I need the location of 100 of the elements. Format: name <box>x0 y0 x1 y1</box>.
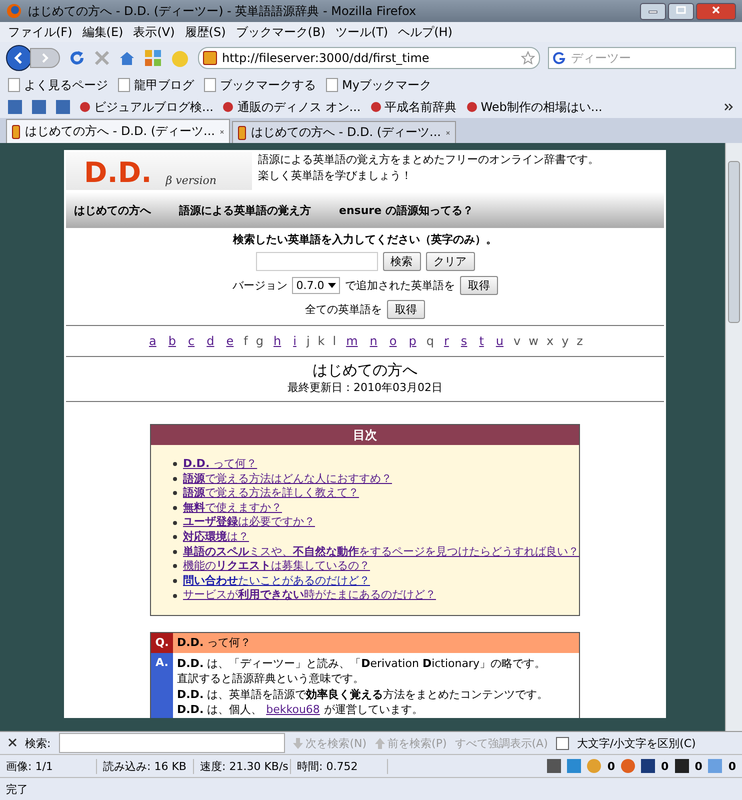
match-case-label: 大文字/小文字を区別(C) <box>576 736 696 750</box>
match-case-checkbox[interactable] <box>556 736 569 750</box>
clear-button[interactable]: クリア <box>426 252 474 271</box>
search-button[interactable]: 検索 <box>382 252 420 271</box>
letter-link[interactable]: h <box>270 334 284 348</box>
letter: j <box>305 334 311 348</box>
nav-link[interactable]: 語源による英単語の覚え方 <box>179 202 311 218</box>
menu-item[interactable]: ブックマーク(B) <box>236 24 326 40</box>
bookmark-item[interactable]: 通販のディノス オン... <box>223 98 361 116</box>
answer-text: が運営しています。 <box>324 702 423 718</box>
get-all-button[interactable]: 取得 <box>387 300 425 319</box>
home-icon[interactable] <box>118 50 136 66</box>
status-item: 時間: 0.752 <box>297 758 388 774</box>
question-marker: Q. <box>151 632 173 653</box>
nav-link[interactable]: ensure の語源知ってる？ <box>339 202 474 218</box>
letter: f <box>242 334 249 348</box>
chevron-icon[interactable] <box>724 103 734 111</box>
toc-link[interactable]: 語源で覚える方法を詳しく教えて？ <box>183 486 359 501</box>
letter: z <box>576 334 584 348</box>
letter-link[interactable]: u <box>492 334 507 348</box>
letter: l <box>332 334 338 348</box>
find-label: 検索: <box>25 736 51 750</box>
close-button[interactable] <box>696 2 736 20</box>
status-count: 0 <box>728 760 736 772</box>
close-icon <box>711 6 721 14</box>
close-tab-icon[interactable] <box>220 128 224 136</box>
menu-item[interactable]: ツール(T) <box>335 24 388 40</box>
letter-link[interactable]: a <box>146 334 160 348</box>
down-arrow-icon <box>292 738 303 748</box>
version-dropdown[interactable]: 0.7.0 <box>292 277 340 294</box>
stop-icon[interactable] <box>94 50 110 66</box>
question-text: D.D. って何？ <box>176 635 252 650</box>
bookmark-item[interactable]: ブックマークする <box>204 76 316 94</box>
star-icon[interactable] <box>521 51 535 65</box>
bookmark-item[interactable]: よく見るページ <box>8 76 108 94</box>
toc-link[interactable]: D.D. って何？ <box>183 457 258 472</box>
reload-icon[interactable] <box>68 49 86 67</box>
letter-link[interactable]: m <box>343 334 361 348</box>
search-prompt: 検索したい英単語を入力してください（英字のみ）。 <box>233 232 497 247</box>
up-arrow-icon <box>374 738 385 748</box>
answer-text: 直訳すると語源辞典という意味です。 <box>177 671 365 687</box>
status-item: 速度: 21.30 KB/s <box>200 758 291 774</box>
maximize-button[interactable] <box>668 2 694 20</box>
window-title: はじめての方へ - D.D. (ディーツー) - 英単語語源辞典 - Mozilla Firefox <box>28 2 418 20</box>
answer-text: D.D. は、「ディーツー」と読み、「Derivation Dictionary」の略です。 <box>177 656 547 672</box>
toc-link[interactable]: 機能のリクエストは募集しているの？ <box>183 559 370 574</box>
browser-tab[interactable]: はじめての方へ - D.D. (ディーツ... <box>6 119 230 143</box>
letter-link[interactable]: s <box>458 334 470 348</box>
minimize-button[interactable] <box>640 2 666 20</box>
close-tab-icon[interactable] <box>446 128 450 136</box>
letter-link[interactable]: r <box>440 334 452 348</box>
back-button[interactable] <box>6 45 32 71</box>
status-item: 読み込み: 16 KB <box>103 758 194 774</box>
status-item: 画像: 1/1 <box>6 758 97 774</box>
menu-item[interactable]: 編集(E) <box>82 24 124 40</box>
page-heading: はじめての方へ <box>312 360 418 380</box>
letter-link[interactable]: t <box>476 334 487 348</box>
get-button[interactable]: 取得 <box>460 276 498 295</box>
scrollbar[interactable] <box>725 143 742 731</box>
search-engine-icon[interactable] <box>552 51 566 65</box>
all-words-label: 全ての英単語を <box>305 302 382 317</box>
word-input-field[interactable] <box>256 252 378 271</box>
find-field[interactable] <box>58 733 285 753</box>
letter-link[interactable]: e <box>223 334 237 348</box>
letter-link[interactable]: b <box>165 334 179 348</box>
status-text: 完了 <box>6 782 28 796</box>
bookmark-item[interactable]: 平成名前辞典 <box>370 98 457 116</box>
bookmark-item[interactable]: Web制作の相場はい... <box>466 98 602 116</box>
letter-link[interactable]: i <box>290 334 300 348</box>
bookmark-item[interactable]: 龍甲ブログ <box>118 76 194 94</box>
version-label: バージョン <box>232 278 288 293</box>
grid-icon[interactable] <box>144 49 162 67</box>
tagline: 語源による英単語の覚え方をまとめたフリーのオンライン辞書です。 <box>258 152 599 168</box>
toc-link[interactable]: 語源で覚える方法はどんな人におすすめ？ <box>183 472 392 486</box>
close-icon <box>8 738 17 747</box>
maximize-icon <box>676 6 686 14</box>
bookmark-item[interactable]: ビジュアルブログ検... <box>80 98 214 116</box>
letter: y <box>560 334 570 348</box>
letter: w <box>528 334 540 348</box>
menu-item[interactable]: ファイル(F) <box>8 24 72 40</box>
letter-link[interactable]: c <box>185 334 198 348</box>
bookmark-item[interactable]: Myブックマーク <box>326 76 432 94</box>
address-field[interactable]: http://fileserver:3000/dd/first_time <box>198 47 540 69</box>
menu-item[interactable]: ヘルプ(H) <box>398 24 452 40</box>
toc-link[interactable]: ユーザ登録は必要ですか？ <box>183 515 315 530</box>
letter: g <box>254 334 264 348</box>
letter: v <box>512 334 522 348</box>
browser-tab[interactable]: はじめての方へ - D.D. (ディーツ... <box>232 121 456 143</box>
answer-text: D.D. は、英単語を語源で効率良く覚える方法をまとめたコンテンツです。 <box>177 686 548 702</box>
letter-link[interactable]: o <box>386 334 400 348</box>
tagline: 楽しく英単語を学びましょう！ <box>258 168 413 184</box>
nav-link[interactable]: はじめての方へ <box>74 202 151 218</box>
letter-link[interactable]: n <box>366 334 380 348</box>
menu-item[interactable]: 表示(V) <box>133 24 175 40</box>
menu-item[interactable]: 履歴(S) <box>184 24 226 40</box>
site-logo: D.D. β version <box>66 152 252 190</box>
toc-link[interactable]: 対応環境は？ <box>183 530 249 545</box>
letter-link[interactable]: d <box>204 334 218 348</box>
author-link[interactable]: bekkou68 <box>266 702 320 718</box>
letter-link[interactable]: p <box>406 334 420 348</box>
